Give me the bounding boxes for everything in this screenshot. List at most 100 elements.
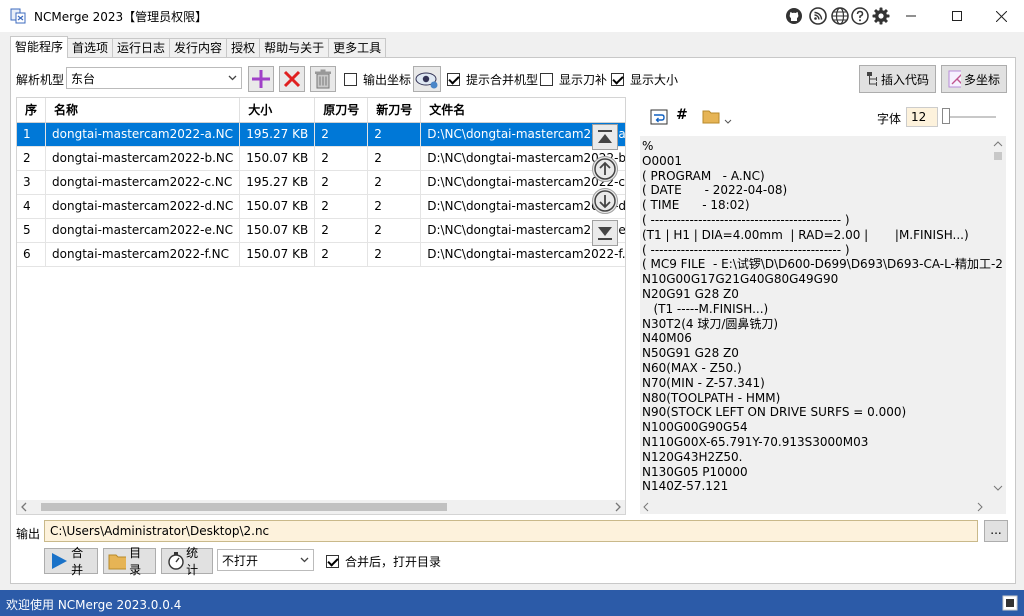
show-size-checkbox[interactable]: 显示大小 (611, 71, 678, 88)
line-number-toggle[interactable]: # (676, 107, 688, 123)
code-toolbar: # 字体 12 (640, 102, 1010, 132)
code-preview[interactable]: % O0001( PROGRAM - A.NC)( DATE - 2022-04-… (640, 136, 1006, 514)
scroll-thumb[interactable] (994, 152, 1002, 160)
table-row[interactable]: 4 dongtai-mastercam2022-d.NC 150.07 KB 2… (17, 194, 625, 219)
prompt-merge-checkbox[interactable]: 提示合并机型 (447, 71, 538, 88)
cell-index: 3 (17, 170, 47, 195)
output-path-input[interactable]: C:\Users\Administrator\Desktop\2.nc (44, 520, 978, 542)
cell-name: dongtai-mastercam2022-c.NC (45, 170, 241, 195)
column-header[interactable]: 新刀号 (367, 98, 422, 123)
tab-release-notes[interactable]: 发行内容 (169, 38, 228, 58)
code-line: N140Z-57.121 (642, 479, 729, 494)
clear-button[interactable] (310, 66, 336, 92)
wrap-icon[interactable] (650, 108, 668, 126)
insert-code-button[interactable]: 插入代码 (859, 65, 936, 93)
chevron-down-icon (228, 75, 237, 81)
chevron-down-icon (300, 557, 309, 563)
machine-type-select[interactable]: 东台 (66, 67, 242, 89)
cell-new-tool[interactable]: 2 (367, 170, 422, 195)
column-header[interactable]: 文件名 (420, 98, 625, 123)
preview-button[interactable] (413, 66, 441, 92)
directory-button[interactable]: 目录 (103, 546, 156, 577)
cell-old-tool[interactable]: 2 (314, 170, 369, 195)
help-icon[interactable] (850, 6, 870, 26)
cell-old-tool[interactable]: 2 (314, 146, 369, 171)
coords-icon (948, 70, 961, 88)
tab-license[interactable]: 授权 (226, 38, 261, 58)
move-up-button[interactable] (592, 156, 618, 182)
delete-button[interactable] (279, 66, 305, 92)
folder-icon[interactable] (702, 108, 720, 124)
table-row[interactable]: 6 dongtai-mastercam2022-f.NC 150.07 KB 2… (17, 242, 625, 267)
table-row[interactable]: 5 dongtai-mastercam2022-e.NC 150.07 KB 2… (17, 218, 625, 243)
cell-new-tool[interactable]: 2 (367, 194, 422, 219)
browse-button[interactable]: ... (984, 520, 1008, 542)
resize-grip-icon[interactable] (1002, 595, 1018, 611)
output-coords-checkbox[interactable]: 输出坐标 (344, 71, 411, 88)
tab-smart-program[interactable]: 智能程序 (10, 36, 69, 58)
table-row[interactable]: 3 dongtai-mastercam2022-c.NC 195.27 KB 2… (17, 170, 625, 195)
cell-new-tool[interactable]: 2 (367, 146, 422, 171)
code-line: (T1 -----M.FINISH...) (642, 301, 769, 316)
arrow-down-icon (594, 190, 616, 212)
chevron-left-icon[interactable] (19, 502, 29, 512)
tab-help-about[interactable]: 帮助与关于 (259, 38, 330, 58)
open-option-select[interactable]: 不打开 (217, 549, 314, 571)
chevron-down-icon[interactable] (993, 484, 1003, 492)
chevron-down-icon[interactable] (724, 118, 732, 126)
cell-index: 5 (17, 218, 47, 243)
font-size-input[interactable]: 12 (906, 107, 938, 127)
rss-icon[interactable] (808, 6, 828, 26)
multi-coords-label: 多坐标 (963, 72, 1000, 87)
cell-old-tool[interactable]: 2 (314, 242, 369, 267)
globe-icon[interactable] (830, 6, 850, 26)
code-line: N10G00G17G21G40G80G49G90 (642, 272, 839, 287)
chevron-right-icon[interactable] (613, 502, 623, 512)
merge-button[interactable]: 合并 (44, 546, 98, 577)
move-bottom-button[interactable] (592, 220, 618, 246)
cell-new-tool[interactable]: 2 (367, 122, 422, 147)
scroll-thumb[interactable] (41, 503, 447, 511)
cell-old-tool[interactable]: 2 (314, 194, 369, 219)
chevron-left-icon[interactable] (642, 502, 650, 512)
cell-size: 150.07 KB (239, 242, 316, 267)
tab-run-log[interactable]: 运行日志 (112, 38, 171, 58)
close-button[interactable] (978, 0, 1024, 32)
checkbox-box (344, 73, 357, 86)
column-header[interactable]: 名称 (45, 98, 241, 123)
code-vscroll[interactable] (990, 140, 1006, 500)
checkbox-label: 输出坐标 (363, 73, 412, 87)
file-list[interactable]: 序 名称 大小 原刀号 新刀号 文件名 1 dongtai-mastercam2… (16, 97, 626, 515)
cell-size: 150.07 KB (239, 194, 316, 219)
open-after-merge-checkbox[interactable]: 合并后，打开目录 (326, 553, 441, 570)
column-header[interactable]: 序 (17, 98, 47, 123)
github-icon[interactable] (784, 6, 804, 26)
chevron-up-icon[interactable] (993, 140, 1003, 148)
add-button[interactable] (248, 66, 274, 92)
checkbox-box (611, 73, 624, 86)
cell-new-tool[interactable]: 2 (367, 218, 422, 243)
cell-old-tool[interactable]: 2 (314, 218, 369, 243)
cell-new-tool[interactable]: 2 (367, 242, 422, 267)
tab-preferences[interactable]: 首选项 (67, 38, 114, 58)
stats-button[interactable]: 统计 (161, 546, 213, 577)
maximize-button[interactable] (934, 0, 980, 32)
move-down-button[interactable] (592, 188, 618, 214)
multi-coords-button[interactable]: 多坐标 (941, 65, 1007, 93)
merge-label: 合并 (71, 546, 84, 577)
move-top-button[interactable] (592, 124, 618, 150)
cell-old-tool[interactable]: 2 (314, 122, 369, 147)
column-header[interactable]: 大小 (239, 98, 316, 123)
tab-more-tools[interactable]: 更多工具 (328, 38, 387, 58)
cell-index: 1 (17, 122, 47, 147)
table-row[interactable]: 2 dongtai-mastercam2022-b.NC 150.07 KB 2… (17, 146, 625, 171)
file-list-hscroll[interactable] (17, 500, 625, 514)
output-label: 输出 (16, 527, 41, 541)
font-size-slider-thumb[interactable] (942, 108, 950, 124)
table-row[interactable]: 1 dongtai-mastercam2022-a.NC 195.27 KB 2… (17, 122, 625, 147)
code-hscroll[interactable] (640, 498, 990, 514)
column-header[interactable]: 原刀号 (314, 98, 369, 123)
minimize-button[interactable] (888, 0, 934, 32)
show-tool-comp-checkbox[interactable]: 显示刀补 (540, 71, 607, 88)
chevron-right-icon[interactable] (976, 502, 984, 512)
